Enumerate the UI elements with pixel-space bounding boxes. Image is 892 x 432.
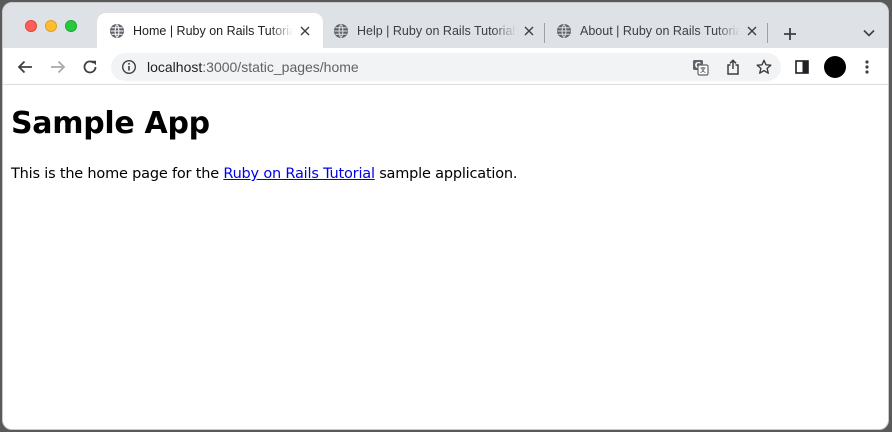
close-icon[interactable]	[744, 23, 760, 39]
window-zoom-button[interactable]	[65, 20, 77, 32]
browser-toolbar: localhost:3000/static_pages/home G	[3, 48, 888, 85]
back-button[interactable]	[13, 55, 37, 79]
page-description: This is the home page for the Ruby on Ra…	[11, 166, 518, 182]
forward-button[interactable]	[46, 55, 70, 79]
avatar[interactable]	[824, 56, 846, 78]
url-path: :3000/static_pages/home	[202, 59, 359, 75]
plus-icon	[784, 28, 796, 40]
tab-search-button[interactable]	[859, 23, 879, 43]
info-icon[interactable]	[121, 59, 137, 75]
description-text-after: sample application.	[374, 166, 518, 182]
reload-icon	[83, 60, 97, 74]
tab-title: Home | Ruby on Rails Tutorial Sample App	[133, 23, 293, 38]
address-bar[interactable]: localhost:3000/static_pages/home G	[111, 53, 781, 81]
chevron-down-icon	[863, 29, 875, 37]
tab-title: Help | Ruby on Rails Tutorial Sample App	[357, 23, 517, 38]
rails-tutorial-link[interactable]: Ruby on Rails Tutorial	[223, 166, 375, 182]
page-title: Sample App	[11, 106, 210, 141]
tab-about[interactable]: About | Ruby on Rails Tutorial Sample Ap…	[544, 13, 770, 48]
globe-icon	[110, 23, 124, 38]
description-text-before: This is the home page for the	[11, 166, 224, 182]
menu-button[interactable]	[855, 55, 879, 79]
side-panel-icon	[795, 60, 809, 74]
translate-icon[interactable]: G	[691, 58, 709, 76]
window-close-button[interactable]	[25, 20, 37, 32]
kebab-menu-icon	[865, 60, 869, 74]
close-icon[interactable]	[521, 23, 537, 39]
url-text[interactable]: localhost:3000/static_pages/home	[147, 59, 359, 75]
url-host: localhost	[147, 59, 203, 75]
new-tab-button[interactable]	[779, 23, 801, 45]
arrow-right-icon	[51, 60, 66, 74]
share-icon[interactable]	[724, 58, 742, 76]
page-content: Sample App This is the home page for the…	[3, 86, 888, 429]
globe-icon	[557, 23, 571, 38]
tab-strip: Home | Ruby on Rails Tutorial Sample App…	[3, 3, 888, 48]
side-panel-button[interactable]	[790, 55, 814, 79]
arrow-left-icon	[17, 60, 32, 74]
window-minimize-button[interactable]	[45, 20, 57, 32]
globe-icon	[334, 23, 348, 38]
tab-home[interactable]: Home | Ruby on Rails Tutorial Sample App	[97, 13, 323, 48]
tab-title: About | Ruby on Rails Tutorial Sample Ap…	[580, 23, 740, 38]
star-icon[interactable]	[755, 58, 773, 76]
tab-separator	[767, 23, 768, 43]
browser-window: Home | Ruby on Rails Tutorial Sample App…	[2, 2, 889, 430]
reload-button[interactable]	[78, 55, 102, 79]
close-icon[interactable]	[297, 23, 313, 39]
tab-help[interactable]: Help | Ruby on Rails Tutorial Sample App	[321, 13, 547, 48]
